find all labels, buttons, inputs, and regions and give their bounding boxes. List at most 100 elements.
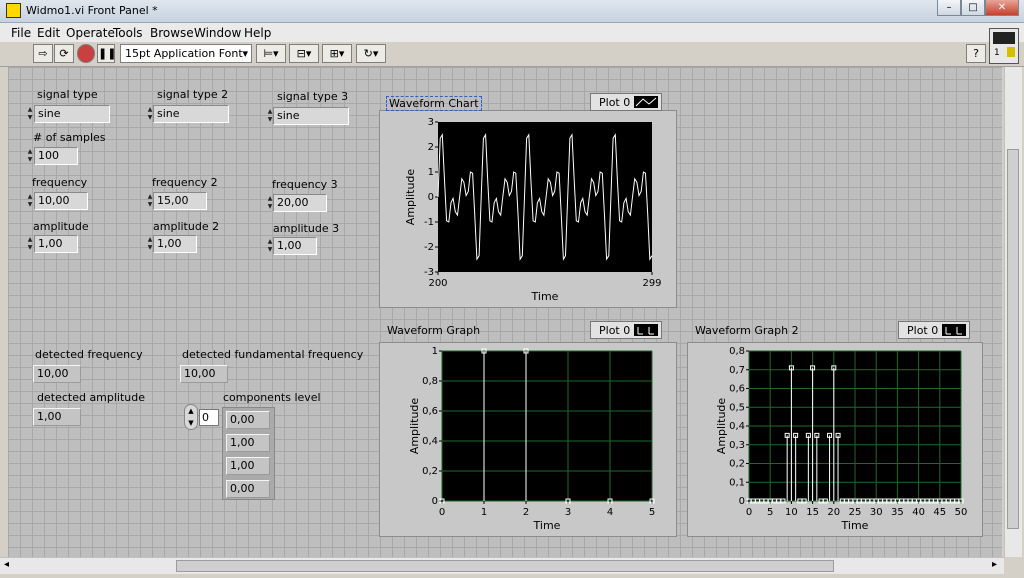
amplitude-3-numeric[interactable]: 1,00: [273, 237, 317, 255]
frequency-2-label: frequency 2: [152, 176, 218, 189]
waveform-graph-2-title: Waveform Graph 2: [695, 324, 799, 337]
samples-numeric[interactable]: 100: [34, 147, 78, 165]
signal-type-ring[interactable]: sine: [34, 105, 110, 123]
y-tick-label: -1: [424, 217, 434, 228]
plot-bar-style-icon: [634, 324, 658, 336]
scroll-left-icon[interactable]: ◂: [4, 559, 9, 570]
close-button[interactable]: ✕: [985, 0, 1019, 16]
pause-icon[interactable]: ❚❚: [97, 44, 116, 63]
frequency-2-numeric[interactable]: 15,00: [153, 192, 207, 210]
x-tick-label: 45: [933, 507, 946, 518]
waveform-chart-title[interactable]: Waveform Chart: [386, 96, 482, 111]
labview-app-icon: [6, 3, 21, 18]
y-tick-label: 0,6: [422, 406, 438, 417]
signal-type-label: signal type: [37, 88, 98, 101]
spinner-arrows-icon[interactable]: ▲ ▼: [27, 106, 33, 122]
horizontal-scrollbar[interactable]: ◂ ▸: [0, 557, 1004, 574]
y-tick-label: 1: [432, 346, 438, 357]
plot-area: [438, 122, 652, 272]
detected-frequency-label: detected frequency: [35, 348, 143, 361]
minimize-button[interactable]: –: [937, 0, 961, 16]
spinner-arrows-icon[interactable]: ▲ ▼: [27, 148, 33, 164]
window-title: Widmo1.vi Front Panel *: [26, 4, 158, 17]
menu-edit[interactable]: Edit: [37, 26, 60, 40]
components-array-frame: 0,00 1,00 1,00 0,00: [222, 407, 275, 500]
y-tick-label: -2: [424, 242, 434, 253]
y-axis-label: Amplitude: [715, 398, 728, 455]
samples-label: # of samples: [33, 131, 106, 144]
detected-fundamental-label: detected fundamental frequency: [182, 348, 364, 361]
x-tick-label: 5: [767, 507, 773, 518]
vi-connector-icon[interactable]: 1: [989, 28, 1019, 64]
plot-bar-style-icon: [942, 324, 966, 336]
signal-type-2-ring[interactable]: sine: [153, 105, 229, 123]
spinner-arrows-icon[interactable]: ▲ ▼: [27, 236, 33, 252]
menu-help[interactable]: Help: [244, 26, 271, 40]
plot-legend[interactable]: Plot 0: [590, 321, 662, 339]
amplitude-numeric[interactable]: 1,00: [34, 235, 78, 253]
font-select[interactable]: 15pt Application Font ▾: [120, 44, 252, 63]
plot-legend[interactable]: Plot 0: [590, 93, 662, 111]
amplitude-2-numeric[interactable]: 1,00: [153, 235, 197, 253]
x-tick-label: 0: [439, 507, 445, 518]
y-tick-label: 2: [428, 142, 434, 153]
horizontal-scroll-thumb[interactable]: [176, 560, 834, 572]
y-tick-label: 0,6: [729, 384, 745, 395]
detected-amplitude-label: detected amplitude: [37, 391, 146, 404]
array-index-input[interactable]: 0: [199, 409, 219, 426]
x-tick-label: 299: [642, 278, 661, 289]
frequency-3-label: frequency 3: [272, 178, 338, 191]
y-tick-label: 0,7: [729, 365, 745, 376]
array-index-spinner-icon[interactable]: ▲ ▼: [184, 404, 198, 430]
maximize-button[interactable]: □: [961, 0, 985, 16]
menu-window[interactable]: Window: [194, 26, 241, 40]
run-arrow-icon[interactable]: ⇨: [33, 44, 53, 63]
signal-type-3-label: signal type 3: [277, 90, 349, 103]
y-tick-label: 0,4: [729, 421, 745, 432]
reorder-icon[interactable]: ↻▾: [356, 44, 386, 63]
plot-line-style-icon: [634, 96, 658, 108]
frequency-numeric[interactable]: 10,00: [34, 192, 88, 210]
abort-icon[interactable]: [77, 44, 95, 63]
help-icon[interactable]: ?: [966, 44, 986, 63]
y-tick-label: 0: [432, 496, 438, 507]
y-tick-label: 1: [428, 167, 434, 178]
vertical-scroll-thumb[interactable]: [1007, 149, 1019, 529]
plot-legend[interactable]: Plot 0: [898, 321, 970, 339]
align-objects-icon[interactable]: ⊨▾: [256, 44, 286, 63]
menu-operate[interactable]: Operate: [66, 26, 115, 40]
detected-frequency-indicator: 10,00: [33, 365, 81, 383]
components-level-label: components level: [223, 391, 321, 404]
waveform-graph-title: Waveform Graph: [387, 324, 481, 337]
y-axis-label: Amplitude: [404, 169, 417, 226]
plot-area: [442, 351, 652, 501]
run-continuously-icon[interactable]: ⟳: [54, 44, 74, 63]
spinner-arrows-icon[interactable]: ▲ ▼: [27, 193, 33, 209]
menu-file[interactable]: File: [11, 26, 31, 40]
toolbar: ⇨ ⟳ ❚❚ 15pt Application Font ▾ ⊨▾ ⊟▾ ⊞▾ …: [0, 42, 1024, 67]
y-tick-label: 0,2: [729, 459, 745, 470]
chevron-down-icon: ▾: [242, 47, 248, 60]
title-bar: Widmo1.vi Front Panel * – □ ✕: [0, 0, 1024, 23]
y-axis-label: Amplitude: [408, 398, 421, 455]
x-tick-label: 15: [806, 507, 819, 518]
x-tick-label: 10: [785, 507, 798, 518]
y-tick-label: 0,5: [729, 402, 745, 413]
front-panel: signal type ▲ ▼ sine signal type 2 ▲ ▼ sin…: [8, 67, 1002, 557]
distribute-objects-icon[interactable]: ⊟▾: [289, 44, 319, 63]
y-tick-label: 3: [428, 117, 434, 128]
resize-objects-icon[interactable]: ⊞▾: [322, 44, 352, 63]
scroll-right-icon[interactable]: ▸: [992, 559, 997, 570]
y-tick-label: 0,1: [729, 477, 745, 488]
menu-tools[interactable]: Tools: [113, 26, 143, 40]
component-value: 0,00: [226, 411, 270, 429]
menu-browse[interactable]: Browse: [150, 26, 194, 40]
y-tick-label: 0,8: [422, 376, 438, 387]
frequency-3-numeric[interactable]: 20,00: [273, 194, 327, 212]
plot-legend-label: Plot 0: [907, 324, 939, 337]
amplitude-2-label: amplitude 2: [153, 220, 220, 233]
signal-type-3-ring[interactable]: sine: [273, 107, 349, 125]
y-tick-label: 0,4: [422, 436, 438, 447]
vertical-scrollbar[interactable]: [1004, 67, 1022, 557]
x-tick-label: 25: [849, 507, 862, 518]
